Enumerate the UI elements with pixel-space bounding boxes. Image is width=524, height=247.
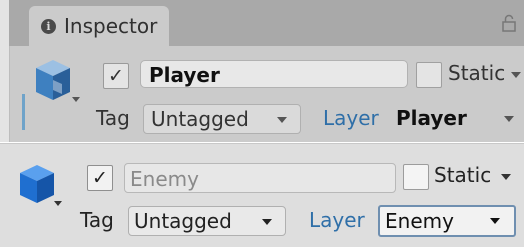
enemy-name-field[interactable]: Enemy xyxy=(124,163,396,193)
player-tag-dropdown[interactable]: Untagged xyxy=(143,104,301,134)
tab-inspector[interactable]: i Inspector xyxy=(29,6,169,46)
enemy-layer-dropdown[interactable]: Enemy xyxy=(378,205,516,237)
player-active-checkbox[interactable]: ✓ xyxy=(103,63,129,89)
gameobject-cube-icon[interactable] xyxy=(32,56,74,106)
screenshot-root: i Inspector ✓ Player Static Tag Untagged… xyxy=(0,0,524,247)
enemy-tag-label: Tag xyxy=(80,208,114,232)
chevron-down-icon xyxy=(277,117,287,123)
info-icon: i xyxy=(41,19,56,34)
enemy-tag-dropdown[interactable]: Untagged xyxy=(128,206,286,236)
enemy-layer-value: Enemy xyxy=(385,209,454,233)
chevron-down-icon xyxy=(490,218,500,224)
enemy-static-checkbox[interactable] xyxy=(403,164,429,190)
player-static-checkbox[interactable] xyxy=(416,62,442,88)
player-layer-value: Player xyxy=(396,106,467,130)
player-static-label: Static xyxy=(448,61,506,85)
player-tag-value: Untagged xyxy=(151,107,249,131)
enemy-tag-value: Untagged xyxy=(134,209,232,233)
enemy-active-checkbox[interactable]: ✓ xyxy=(87,165,113,191)
player-tag-label: Tag xyxy=(96,106,130,130)
player-layer-label: Layer xyxy=(323,106,379,130)
enemy-layer-label: Layer xyxy=(309,208,365,232)
selection-accent-bar xyxy=(22,94,25,130)
static-dropdown-arrow-icon[interactable] xyxy=(511,72,521,78)
static-dropdown-arrow-icon[interactable] xyxy=(501,174,511,180)
icon-dropdown-arrow-icon[interactable] xyxy=(54,201,62,206)
enemy-static-label: Static xyxy=(434,163,492,187)
player-layer-dropdown[interactable]: Player xyxy=(392,104,524,134)
chevron-down-icon xyxy=(262,219,272,225)
lock-icon[interactable] xyxy=(501,14,517,32)
inspector-tabbar: i Inspector xyxy=(9,0,524,46)
tab-inspector-label: Inspector xyxy=(64,14,158,38)
chevron-down-icon xyxy=(504,116,514,122)
gameobject-cube-icon[interactable] xyxy=(17,163,57,205)
icon-dropdown-arrow-icon[interactable] xyxy=(72,97,80,102)
player-inspector: i Inspector ✓ Player Static Tag Untagged… xyxy=(0,0,524,142)
player-name-field[interactable]: Player xyxy=(140,60,408,88)
